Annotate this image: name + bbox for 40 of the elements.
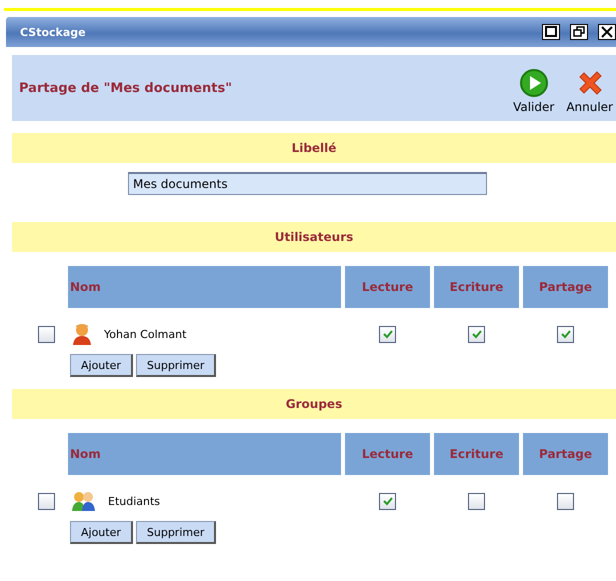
section-title: Groupes [286, 397, 342, 411]
action-button[interactable]: Ajouter [70, 354, 133, 377]
column-header: Partage [523, 433, 608, 475]
column-header: Ecriture [434, 433, 519, 475]
checkbox[interactable] [468, 326, 485, 342]
action-button[interactable]: Supprimer [136, 354, 216, 377]
page-title: Partage de "Mes documents" [19, 80, 232, 96]
label-field[interactable]: Mes documents [128, 172, 487, 195]
column-header: Lecture [345, 266, 430, 308]
checkbox[interactable] [379, 326, 396, 342]
cancel-button[interactable]: Annuler [563, 68, 616, 114]
column-header: Lecture [345, 433, 430, 475]
check-icon [382, 328, 394, 340]
action-button[interactable]: Supprimer [136, 521, 216, 544]
column-header: Nom [68, 433, 341, 475]
window-title: CStockage [20, 26, 86, 38]
check-icon [470, 328, 482, 340]
section-title: Utilisateurs [274, 230, 354, 244]
close-icon[interactable] [598, 24, 616, 40]
row-name: Etudiants [108, 494, 160, 508]
check-icon [560, 328, 572, 340]
checkbox[interactable] [468, 492, 485, 510]
validate-button[interactable]: Valider [510, 68, 558, 114]
play-icon [518, 68, 549, 98]
maximize-icon[interactable] [542, 24, 560, 40]
person-icon [72, 322, 92, 346]
column-header: Partage [523, 266, 608, 308]
checkbox[interactable] [557, 492, 574, 510]
people-icon [72, 490, 96, 512]
checkbox[interactable] [379, 492, 396, 510]
checkbox[interactable] [38, 326, 54, 342]
section-title: Libellé [292, 141, 336, 155]
check-icon [382, 495, 394, 507]
checkbox[interactable] [38, 492, 54, 510]
action-button[interactable]: Ajouter [70, 521, 133, 544]
row-name: Yohan Colmant [104, 328, 186, 340]
checkbox[interactable] [557, 326, 574, 342]
column-header: Ecriture [434, 266, 519, 308]
column-header: Nom [68, 266, 341, 308]
restore-icon[interactable] [570, 24, 588, 40]
